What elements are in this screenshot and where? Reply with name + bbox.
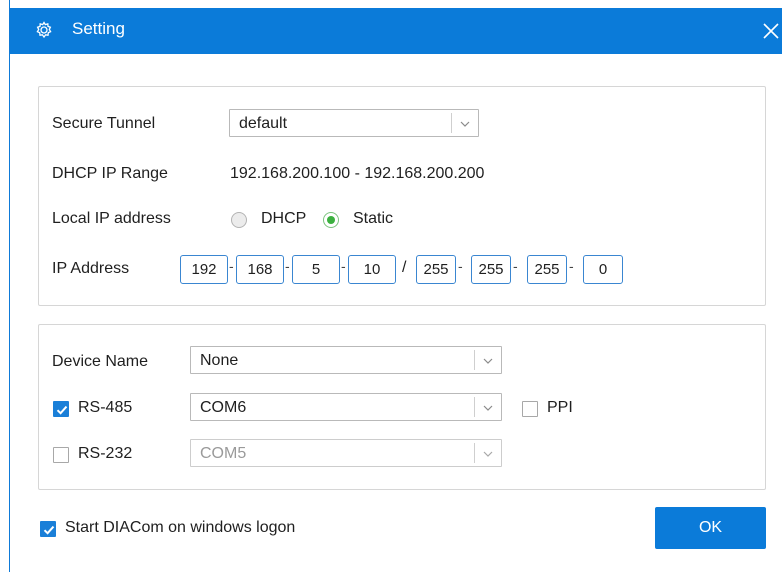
octet-separator: - bbox=[513, 258, 518, 274]
dialog-title: Setting bbox=[72, 19, 125, 38]
rs485-label[interactable]: RS-485 bbox=[78, 399, 132, 417]
ip-octet-input[interactable]: 168 bbox=[236, 255, 284, 284]
checkmark-icon bbox=[43, 525, 55, 535]
ip-octet-input[interactable]: 10 bbox=[348, 255, 396, 284]
ppi-label[interactable]: PPI bbox=[547, 399, 573, 417]
octet-separator: - bbox=[341, 258, 346, 274]
dhcp-range-label: DHCP IP Range bbox=[52, 165, 168, 182]
dropdown-divider bbox=[451, 113, 452, 133]
dropdown-divider bbox=[474, 397, 475, 417]
rs232-port-dropdown[interactable]: COM5 bbox=[190, 439, 502, 467]
ip-octet-input[interactable]: 5 bbox=[292, 255, 340, 284]
settings-dialog: Setting Secure Tunnel default DHCP IP Ra… bbox=[0, 0, 782, 572]
chevron-down-icon bbox=[460, 121, 470, 127]
chevron-down-icon bbox=[483, 358, 493, 364]
rs232-port-value: COM5 bbox=[200, 445, 247, 462]
ppi-checkbox[interactable] bbox=[522, 401, 538, 417]
close-icon bbox=[763, 23, 779, 39]
octet-separator: - bbox=[458, 258, 463, 274]
rs232-label[interactable]: RS-232 bbox=[78, 445, 132, 463]
octet-separator: - bbox=[229, 258, 234, 274]
local-ip-label: Local IP address bbox=[52, 210, 171, 227]
radio-static-label[interactable]: Static bbox=[353, 210, 393, 228]
device-name-value: None bbox=[200, 352, 239, 369]
startup-checkbox[interactable] bbox=[40, 521, 56, 537]
rs485-port-value: COM6 bbox=[200, 399, 247, 416]
rs485-port-dropdown[interactable]: COM6 bbox=[190, 393, 502, 421]
dropdown-divider bbox=[474, 443, 475, 463]
gear-icon bbox=[34, 20, 54, 40]
close-button[interactable] bbox=[758, 16, 782, 46]
rs232-checkbox[interactable] bbox=[53, 447, 69, 463]
window-edge bbox=[0, 0, 10, 572]
mask-octet-input[interactable]: 0 bbox=[583, 255, 623, 284]
ip-mask-separator: / bbox=[402, 259, 407, 276]
startup-label[interactable]: Start DIACom on windows logon bbox=[65, 519, 295, 537]
dhcp-range-value: 192.168.200.100 - 192.168.200.200 bbox=[230, 165, 485, 182]
octet-separator: - bbox=[569, 258, 574, 274]
secure-tunnel-label: Secure Tunnel bbox=[52, 115, 156, 132]
rs485-checkbox[interactable] bbox=[53, 401, 69, 417]
ip-address-label: IP Address bbox=[52, 260, 130, 277]
chevron-down-icon bbox=[483, 405, 493, 411]
secure-tunnel-dropdown[interactable]: default bbox=[229, 109, 479, 137]
ok-button[interactable]: OK bbox=[655, 507, 766, 549]
mask-octet-input[interactable]: 255 bbox=[416, 255, 456, 284]
mask-octet-input[interactable]: 255 bbox=[471, 255, 511, 284]
mask-octet-input[interactable]: 255 bbox=[527, 255, 567, 284]
radio-dhcp-label[interactable]: DHCP bbox=[261, 210, 306, 228]
device-name-dropdown[interactable]: None bbox=[190, 346, 502, 374]
dropdown-divider bbox=[474, 350, 475, 370]
title-bar: Setting bbox=[10, 8, 782, 54]
secure-tunnel-value: default bbox=[239, 115, 288, 132]
device-name-label: Device Name bbox=[52, 353, 149, 370]
chevron-down-icon bbox=[483, 451, 493, 457]
radio-static[interactable] bbox=[323, 212, 339, 228]
ip-octet-input[interactable]: 192 bbox=[180, 255, 228, 284]
radio-dhcp[interactable] bbox=[231, 212, 247, 228]
octet-separator: - bbox=[285, 258, 290, 274]
checkmark-icon bbox=[56, 405, 68, 415]
